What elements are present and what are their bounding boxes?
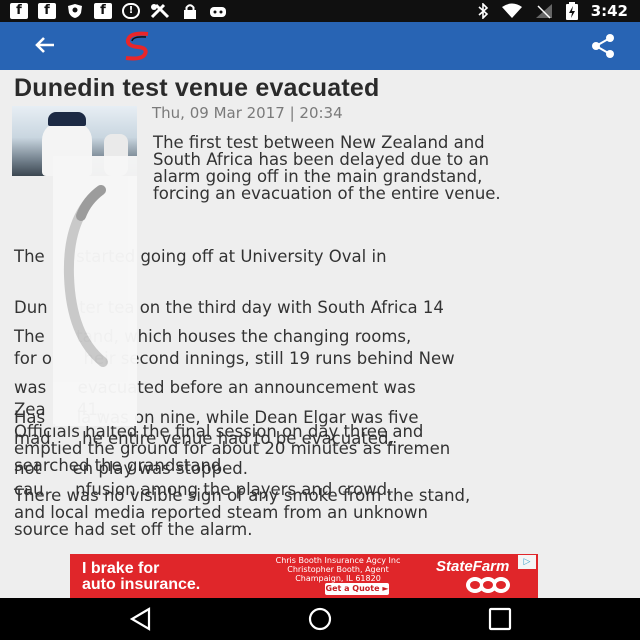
ad-headline-line2: auto insurance. bbox=[82, 576, 201, 593]
thumbnail-cap bbox=[48, 112, 86, 126]
paragraph-line: alarm going off in the main grandstand, bbox=[153, 167, 483, 186]
ad-agent-info: Chris Booth Insurance Agcy Inc Christoph… bbox=[248, 556, 428, 583]
battery-icon bbox=[565, 2, 578, 20]
supersport-logo[interactable] bbox=[118, 30, 158, 64]
statefarm-logo-icon bbox=[466, 577, 510, 593]
blocked-icon: ! bbox=[122, 3, 140, 19]
app-bar bbox=[0, 22, 640, 70]
ad-get-quote-button[interactable]: Get a Quote ► bbox=[325, 583, 389, 595]
arrow-back-icon bbox=[35, 37, 54, 53]
paragraph-line: source had set off the alarm. bbox=[14, 520, 253, 539]
nav-home-button[interactable] bbox=[306, 606, 334, 632]
facebook-icon: f bbox=[94, 3, 112, 19]
ad-address: Champaign, IL 61820 bbox=[295, 574, 381, 583]
wifi-icon bbox=[501, 3, 522, 18]
signal-icon bbox=[535, 4, 552, 19]
status-bar: f f f ! 3:42 bbox=[0, 0, 640, 22]
facebook-icon: f bbox=[10, 3, 28, 19]
shield-icon bbox=[68, 4, 82, 18]
share-button[interactable] bbox=[588, 31, 618, 61]
notification-icons: f f f ! bbox=[10, 3, 228, 19]
paragraph-line: The first test between New Zealand and bbox=[153, 133, 485, 152]
article-paragraph: There was no visible sign of any smoke f… bbox=[14, 487, 470, 538]
nav-back-button[interactable] bbox=[127, 606, 155, 632]
ad-agency-name: Chris Booth Insurance Agcy Inc bbox=[275, 556, 401, 565]
navigation-bar bbox=[0, 598, 640, 640]
paragraph-line: emptied the ground for about 20 minutes … bbox=[14, 439, 451, 458]
nav-recents-icon bbox=[488, 607, 512, 631]
article-content[interactable]: Dunedin test venue evacuated Thu, 09 Mar… bbox=[0, 70, 640, 598]
ad-choices-icon[interactable]: ▷ bbox=[518, 555, 536, 569]
ad-agent-name: Christopher Booth, Agent bbox=[287, 565, 389, 574]
tools-icon bbox=[150, 3, 170, 19]
article-paragraph: Officials halted the final session on da… bbox=[14, 423, 450, 474]
facebook-icon: f bbox=[38, 3, 56, 19]
article-title: Dunedin test venue evacuated bbox=[14, 74, 380, 102]
loading-overlay bbox=[53, 156, 137, 426]
android-icon bbox=[210, 7, 226, 17]
paragraph-line: There was no visible sign of any smoke f… bbox=[14, 486, 471, 505]
paragraph-line: and local media reported steam from an u… bbox=[14, 503, 428, 522]
paragraph-line: South Africa has been delayed due to an bbox=[153, 150, 490, 169]
lock-icon bbox=[184, 4, 196, 19]
article-paragraph: The first test between New Zealand and S… bbox=[153, 134, 501, 202]
share-icon bbox=[592, 34, 614, 58]
ad-banner[interactable]: I brake for auto insurance. Chris Booth … bbox=[70, 554, 538, 598]
loading-spinner-icon bbox=[63, 185, 108, 367]
nav-back-icon bbox=[129, 607, 151, 631]
bluetooth-icon bbox=[478, 3, 488, 19]
paragraph-line: forcing an evacuation of the entire venu… bbox=[153, 184, 501, 203]
nav-home-icon bbox=[308, 607, 332, 631]
nav-recents-button[interactable] bbox=[486, 606, 514, 632]
paragraph-line: searched the grandstand. bbox=[14, 456, 227, 475]
clock: 3:42 bbox=[590, 2, 628, 20]
system-icons: 3:42 bbox=[477, 2, 628, 20]
ad-brand: StateFarm bbox=[436, 558, 510, 575]
article-date: Thu, 09 Mar 2017 | 20:34 bbox=[152, 104, 343, 122]
back-button[interactable] bbox=[30, 30, 60, 60]
